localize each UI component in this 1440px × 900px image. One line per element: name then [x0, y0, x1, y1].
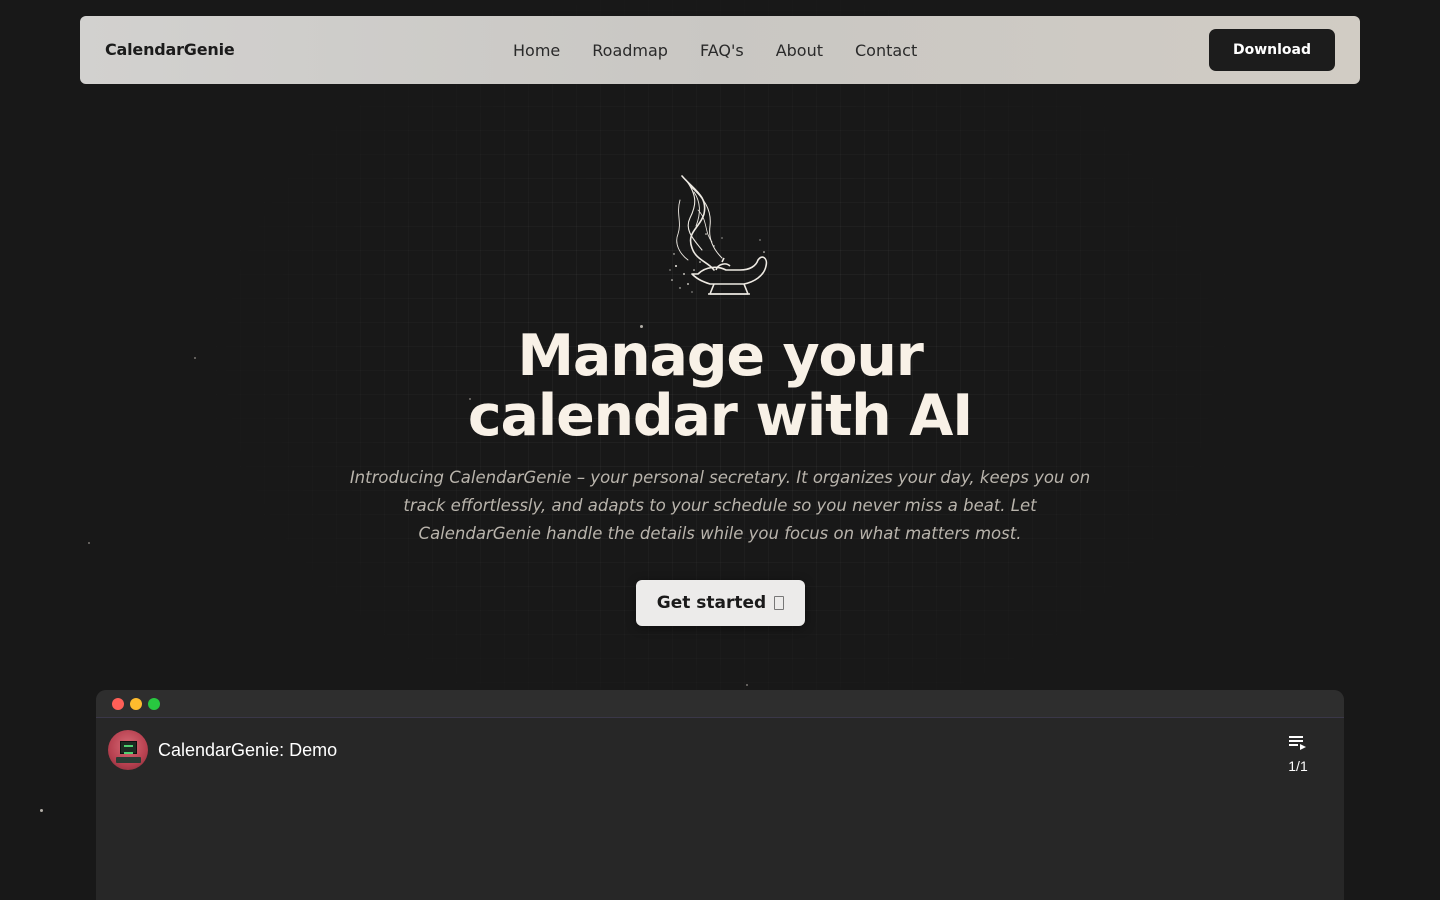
nav-link-faqs[interactable]: FAQ's	[700, 41, 744, 60]
hero-headline: Manage your calendar with AI	[420, 326, 1020, 446]
window-maximize-button[interactable]	[148, 697, 160, 710]
background-star	[194, 357, 196, 359]
window-minimize-button[interactable]	[130, 697, 142, 710]
genie-lamp-icon	[664, 170, 776, 302]
video-title[interactable]: CalendarGenie: Demo	[158, 738, 337, 762]
headline-line-1: Manage your	[517, 323, 924, 389]
playlist-count: 1/1	[1288, 758, 1308, 774]
keyboard-icon	[116, 757, 141, 763]
channel-avatar[interactable]	[108, 730, 148, 770]
background-star	[40, 809, 43, 812]
arrow-icon	[774, 596, 785, 610]
get-started-button[interactable]: Get started	[636, 580, 805, 626]
nav-link-contact[interactable]: Contact	[855, 41, 917, 60]
landing-page: CalendarGenie Home Roadmap FAQ's About C…	[0, 0, 1440, 900]
playlist-button[interactable]: 1/1	[1286, 732, 1310, 776]
download-button[interactable]: Download	[1209, 29, 1335, 71]
nav-links: Home Roadmap FAQ's About Contact	[513, 16, 917, 84]
window-titlebar	[96, 690, 1344, 718]
video-header: CalendarGenie: Demo 1/1	[96, 718, 1344, 788]
nav-link-roadmap[interactable]: Roadmap	[592, 41, 668, 60]
headline-line-2: calendar with AI	[467, 383, 973, 449]
demo-video-window: CalendarGenie: Demo 1/1	[96, 690, 1344, 900]
background-star	[746, 684, 748, 686]
get-started-label: Get started	[656, 593, 767, 613]
window-close-button[interactable]	[112, 697, 124, 710]
background-star	[88, 542, 90, 544]
nav-link-about[interactable]: About	[776, 41, 823, 60]
brand-logo[interactable]: CalendarGenie	[105, 16, 235, 84]
hero-subtitle: Introducing CalendarGenie – your persona…	[349, 468, 1091, 543]
nav-link-home[interactable]: Home	[513, 41, 560, 60]
top-navbar: CalendarGenie Home Roadmap FAQ's About C…	[80, 16, 1360, 84]
playlist-icon	[1289, 736, 1306, 750]
computer-screen-icon	[120, 741, 137, 754]
